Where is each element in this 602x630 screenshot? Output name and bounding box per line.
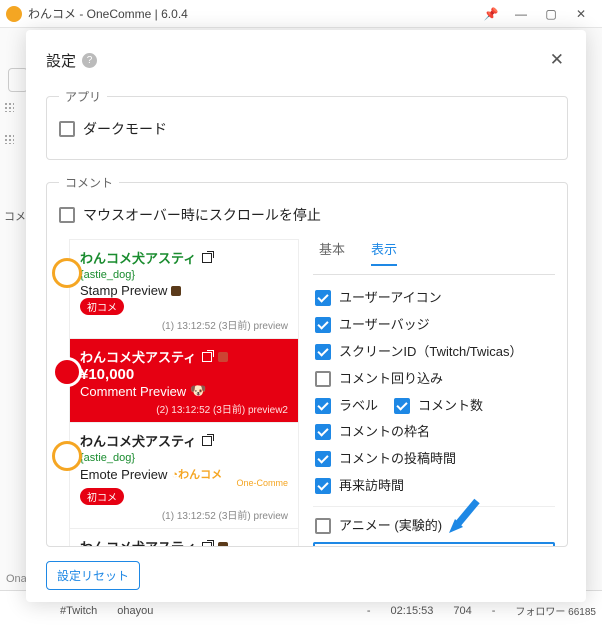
avatar-icon bbox=[52, 441, 82, 471]
help-icon[interactable]: ? bbox=[82, 53, 97, 68]
pause-scroll-checkbox[interactable] bbox=[59, 207, 75, 223]
minimize-icon[interactable]: — bbox=[506, 7, 536, 21]
back-button[interactable] bbox=[8, 68, 28, 92]
drag-handle-icon[interactable] bbox=[4, 134, 14, 144]
pause-scroll-label: マウスオーバー時にスクロールを停止 bbox=[83, 205, 321, 225]
opt-post-time-checkbox[interactable] bbox=[315, 451, 331, 467]
preview-line: Emote Preview bbox=[80, 467, 167, 482]
opt-revisit-checkbox[interactable] bbox=[315, 478, 331, 494]
drag-handle-icon[interactable] bbox=[4, 102, 14, 112]
dark-mode-label: ダークモード bbox=[83, 119, 167, 139]
opt-count-checkbox[interactable] bbox=[394, 398, 410, 414]
preview-line: Stamp Preview bbox=[80, 283, 167, 298]
modal-title: 設定 bbox=[46, 50, 76, 71]
preview-card: わんコメ犬アスティ CP 10 Channep Point (1) 13:12:… bbox=[70, 528, 298, 547]
stamp-icon bbox=[171, 286, 181, 296]
titlebar: わんコメ - OneComme | 6.0.4 📌 — ▢ ✕ bbox=[0, 0, 602, 28]
preview-amount: ¥10,000 bbox=[80, 366, 288, 383]
opt-user-icon-label: ユーザーアイコン bbox=[339, 290, 442, 307]
preview-meta: (2) 13:12:52 (3日前) preview2 bbox=[80, 401, 288, 416]
status-dash: - bbox=[492, 605, 496, 617]
status-followers: フォロワー 66185 bbox=[515, 603, 596, 618]
section-comment: コメント マウスオーバー時にスクロールを停止 わんコメ犬アスティ {astie_… bbox=[46, 174, 568, 547]
display-options: 基本 表示 ユーザーアイコン ユーザーバッジ スクリーンID（Twitch/Tw… bbox=[313, 239, 555, 547]
opt-screen-id-checkbox[interactable] bbox=[315, 344, 331, 360]
badge-icon bbox=[218, 352, 228, 362]
opt-wrap-checkbox[interactable] bbox=[315, 371, 331, 387]
external-icon bbox=[202, 253, 212, 263]
opt-user-badge-checkbox[interactable] bbox=[315, 317, 331, 333]
opt-wrap-label: コメント回り込み bbox=[339, 371, 443, 388]
dark-mode-checkbox[interactable] bbox=[59, 121, 75, 137]
preview-line: Comment Preview bbox=[80, 384, 186, 399]
close-window-icon[interactable]: ✕ bbox=[566, 7, 596, 21]
onecomme-logo-icon: ◔わんコメ bbox=[171, 466, 222, 482]
side-label: コメ bbox=[4, 208, 26, 224]
opt-user-badge-label: ユーザーバッジ bbox=[339, 317, 430, 334]
dog-icon: 🐶 bbox=[190, 383, 206, 399]
opt-screen-id-label: スクリーンID（Twitch/Twicas） bbox=[339, 344, 523, 361]
app-icon bbox=[6, 6, 22, 22]
opt-label-checkbox[interactable] bbox=[315, 398, 331, 414]
tab-basic[interactable]: 基本 bbox=[319, 239, 345, 266]
status-dash: - bbox=[367, 605, 371, 617]
settings-modal: 設定 ? ✕ アプリ ダークモード コメント マウスオーバー時にスクロールを停止… bbox=[26, 30, 586, 602]
opt-anime-label: アニメー (実験的) bbox=[339, 518, 442, 535]
opt-post-time-label: コメントの投稿時間 bbox=[339, 451, 456, 468]
avatar-icon bbox=[52, 258, 82, 288]
preview-username: わんコメ犬アスティ bbox=[80, 248, 196, 267]
preview-meta: (1) 13:12:52 (3日前) preview bbox=[80, 507, 288, 522]
avatar-icon bbox=[52, 357, 82, 387]
preview-username: わんコメ犬アスティ bbox=[80, 537, 196, 547]
opt-frame-name-checkbox[interactable] bbox=[315, 424, 331, 440]
opt-label-label: ラベル bbox=[339, 398, 378, 415]
preview-handle: {astie_dog} bbox=[80, 269, 288, 281]
opt-anime-checkbox[interactable] bbox=[315, 518, 331, 534]
highlighted-option: コメント順を反転する(実験的) bbox=[313, 542, 555, 547]
status-prefix: Ona bbox=[6, 573, 27, 585]
tab-display[interactable]: 表示 bbox=[371, 239, 397, 266]
opt-count-label: コメント数 bbox=[418, 398, 483, 415]
section-app-legend: アプリ bbox=[59, 88, 107, 105]
external-icon bbox=[202, 352, 212, 362]
status-text: ohayou bbox=[117, 605, 153, 617]
preview-username: わんコメ犬アスティ bbox=[80, 347, 196, 366]
preview-username: わんコメ犬アスティ bbox=[80, 431, 196, 450]
preview-card: わんコメ犬アスティ {astie_dog} Emote Preview ◔わんコ… bbox=[70, 422, 298, 528]
status-count: 704 bbox=[453, 605, 471, 617]
badge-first: 初コメ bbox=[80, 298, 124, 315]
opt-user-icon-checkbox[interactable] bbox=[315, 290, 331, 306]
badge-icon bbox=[218, 542, 228, 548]
opt-frame-name-label: コメントの枠名 bbox=[339, 424, 430, 441]
opt-revisit-label: 再来訪時間 bbox=[339, 478, 404, 495]
maximize-icon[interactable]: ▢ bbox=[536, 7, 566, 21]
preview-handle: {astie_dog} bbox=[80, 452, 288, 464]
status-hash: #Twitch bbox=[60, 605, 97, 617]
window-title: わんコメ - OneComme | 6.0.4 bbox=[28, 5, 188, 22]
pin-icon[interactable]: 📌 bbox=[476, 7, 506, 21]
external-icon bbox=[202, 436, 212, 446]
preview-card: わんコメ犬アスティ {astie_dog} Stamp Preview 初コメ … bbox=[70, 239, 298, 338]
section-comment-legend: コメント bbox=[59, 174, 119, 191]
status-time: 02:15:53 bbox=[391, 605, 434, 617]
external-icon bbox=[202, 542, 212, 548]
section-app: アプリ ダークモード bbox=[46, 88, 568, 160]
badge-first: 初コメ bbox=[80, 488, 124, 505]
reset-button[interactable]: 設定リセット bbox=[46, 561, 140, 590]
preview-card-superchat: わんコメ犬アスティ ¥10,000 Comment Preview 🐶 (2) … bbox=[70, 338, 298, 422]
preview-meta: (1) 13:12:52 (3日前) preview bbox=[80, 317, 288, 332]
comment-preview: わんコメ犬アスティ {astie_dog} Stamp Preview 初コメ … bbox=[59, 239, 299, 547]
annotation-arrow-icon bbox=[445, 497, 485, 537]
close-icon[interactable]: ✕ bbox=[546, 46, 568, 74]
